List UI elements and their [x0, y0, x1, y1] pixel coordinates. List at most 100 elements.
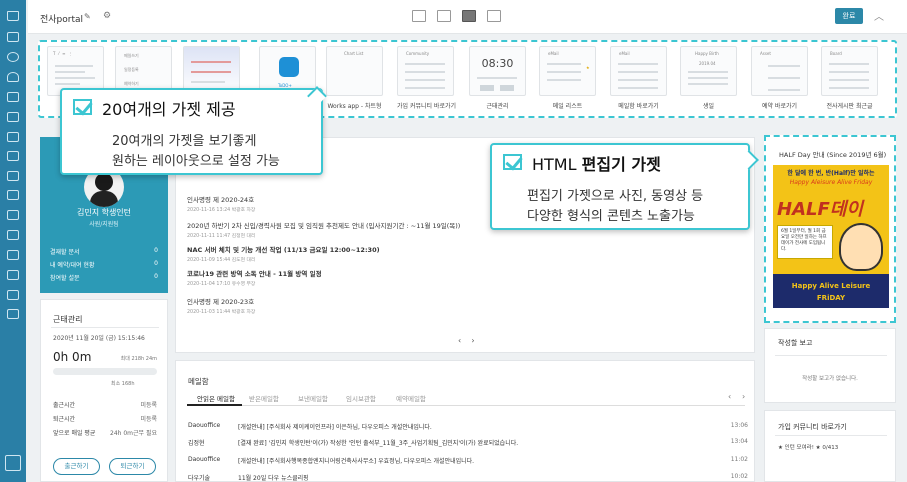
mail-subject: [결재 완료] '김민지 학생인턴'이(가) 작성한 '인턴 출석부_11월_3…	[238, 440, 519, 447]
tab-scheduled[interactable]: 예약메일함	[396, 393, 426, 403]
chat-icon[interactable]	[7, 151, 19, 161]
stat-value: 0	[154, 260, 158, 267]
notice-item[interactable]: 인사명령 제 2020-24호	[187, 194, 254, 204]
html-editor-gadget: HALF Day 안내 (Since 2019년 6월) 한 달에 한 번, 반…	[764, 135, 896, 323]
board-icon[interactable]	[7, 210, 19, 220]
gadget-works-chart[interactable]: Chart List Works app - 차트형	[326, 46, 383, 110]
gadget-label: 전사게시판 최근글	[826, 103, 873, 110]
check-out-button[interactable]: 퇴근하기	[109, 458, 156, 475]
apps-grid-icon[interactable]	[7, 92, 19, 102]
mail-time: 11:02	[730, 456, 748, 463]
chevron-up-icon[interactable]: ︿	[874, 8, 884, 23]
tab-inbox[interactable]: 받은메일함	[249, 393, 279, 403]
mailbox-gadget: 메일함 안읽은 메일함 받은메일함 보낸메일함 임시보관함 예약메일함 ‹ › …	[175, 360, 755, 482]
gadget-birthday[interactable]: Happy Birth 2019.04 생일	[680, 46, 737, 110]
calculator-icon[interactable]	[7, 290, 19, 300]
gadget-thumbnail: Asset	[751, 46, 808, 96]
gadget-thumbnail: Board	[821, 46, 878, 96]
star-icon: ★	[586, 65, 590, 70]
community-entry[interactable]: ★ 인턴 모여라! ★ 0/413	[778, 443, 838, 451]
mail-icon[interactable]	[7, 32, 19, 42]
chevron-left-icon[interactable]: ‹	[728, 392, 731, 401]
notice-item[interactable]: 2020년 하반기 2차 신입/경력사원 모집 및 임직원 추천제도 안내 (입…	[187, 220, 460, 230]
gadget-label: 메일함 바로가기	[618, 103, 659, 110]
mail-from: 김정현	[188, 440, 205, 447]
gadget-thumb-title: Happy Birth	[695, 51, 719, 56]
row-value: 미등록	[140, 402, 157, 409]
home-icon[interactable]	[7, 11, 19, 21]
portal-header: 전사portal ✎ ⚙ 완료 ︿	[28, 0, 907, 34]
community-gadget: 가입 커뮤니티 바로가기 ★ 인턴 모여라! ★ 0/413	[764, 410, 896, 482]
portal-title: 전사portal	[40, 15, 84, 25]
gadget-mail-list[interactable]: eMail ★ 메일 리스트	[539, 46, 596, 110]
org-chart-icon[interactable]	[5, 455, 21, 471]
gadget-reservation[interactable]: Asset 예약 바로가기	[751, 46, 808, 110]
report-title: 작성할 보고	[778, 339, 813, 347]
gadget-label: 생일	[702, 103, 715, 110]
banner-logo: HALF데이	[777, 199, 863, 220]
link-icon[interactable]	[7, 250, 19, 260]
banner-mid-text: Happy Aleisure Alive Friday	[789, 179, 873, 186]
edit-icon[interactable]	[7, 171, 19, 181]
callout-line: 원하는 레이아웃으로 설정 가능	[112, 154, 280, 169]
editor-gadget-title: HALF Day 안내 (Since 2019년 6월)	[779, 151, 887, 159]
chain-icon[interactable]	[7, 309, 19, 319]
user-icon[interactable]	[7, 72, 19, 82]
tab-sent[interactable]: 보낸메일함	[298, 393, 328, 403]
notice-item[interactable]: NAC 서버 체치 및 기능 개선 작업 (11/13 금요일 12:00~12…	[187, 244, 380, 254]
tab-drafts[interactable]: 임시보관함	[346, 393, 376, 403]
gadget-attendance[interactable]: 08:30 근태관리	[469, 46, 526, 110]
layout-two-column-button[interactable]	[412, 10, 426, 22]
profile-stat-survey[interactable]: 참여할 설문 0	[50, 273, 158, 282]
pencil-icon[interactable]: ✎	[84, 12, 91, 21]
check-in-button[interactable]: 출근하기	[53, 458, 100, 475]
layout-mixed-button[interactable]	[462, 10, 476, 22]
attendance-title: 근태관리	[53, 315, 83, 324]
report-icon[interactable]	[7, 230, 19, 240]
notice-item[interactable]: 코로나19 관련 방역 소독 안내 - 11월 방역 일정	[187, 268, 322, 278]
tab-unread[interactable]: 안읽은 메일함	[197, 393, 235, 403]
banner-footer-line2: FRiDAY	[816, 294, 846, 302]
profile-stat-reservation[interactable]: 내 예약/대여 현황 0	[50, 260, 158, 269]
layout-wide-button[interactable]	[487, 10, 501, 22]
menu-thumb-item: 메일쓰기	[124, 53, 139, 58]
gadget-thumb-title: Community	[406, 51, 430, 56]
chevron-left-icon[interactable]: ‹	[458, 336, 461, 345]
gear-icon[interactable]: ⚙	[103, 11, 111, 21]
banner-top-text: 한 달에 한 번, 반(Half)만 일하는	[787, 170, 875, 177]
callout-line: 20여개의 가젯을 보기좋게	[112, 134, 257, 149]
chevron-right-icon[interactable]: ›	[742, 392, 745, 401]
done-button[interactable]: 완료	[835, 8, 863, 24]
check-icon[interactable]	[7, 190, 19, 200]
layout-three-column-button[interactable]	[437, 10, 451, 22]
mail-subject: 11월 20일 다우 뉴스클리핑	[238, 475, 309, 482]
gadget-mailbox-shortcut[interactable]: eMail 메일함 바로가기	[610, 46, 667, 110]
attendance-date: 2020년 11월 20일 (금) 15:15:46	[53, 335, 145, 342]
calendar-icon[interactable]	[7, 132, 19, 142]
gadget-label: 근태관리	[486, 103, 509, 110]
folder-icon[interactable]	[7, 270, 19, 280]
mail-from: 다우기술	[188, 475, 211, 482]
notice-item[interactable]: 인사명령 제 2020-23호	[187, 296, 254, 306]
list-icon[interactable]	[7, 112, 19, 122]
row-label: 출근시간	[53, 402, 76, 409]
callout-editor: HTML 편집기 가젯 편집기 가젯으로 사진, 동영상 등 다양한 형식의 콘…	[490, 143, 759, 230]
checkbox-icon	[503, 154, 522, 170]
halfday-banner[interactable]: 한 달에 한 번, 반(Half)만 일하는 Happy Aleisure Al…	[773, 165, 889, 308]
attendance-row: 앞으로 매일 평균 24h 0m근무 필요	[53, 428, 157, 437]
gadget-thumbnail: Chart List	[326, 46, 383, 96]
gadget-board-recent[interactable]: Board 전사게시판 최근글	[821, 46, 878, 110]
profile-stat-approval[interactable]: 결재할 문서 0	[50, 247, 158, 256]
menu-thumb-item: 예약하기	[124, 81, 139, 86]
mail-from: Daouoffice	[188, 422, 221, 429]
mailbox-title: 메일함	[188, 377, 209, 386]
stat-value: 0	[154, 247, 158, 254]
birthday-month: 2019.04	[699, 61, 716, 66]
mail-subject: [개설안내] [주식회사행복종합엔지니어링건축사사무소] 우효정님, 다우오피스…	[238, 458, 475, 465]
left-navigation	[0, 0, 26, 482]
gadget-community[interactable]: Community 가입 커뮤니티 바로가기	[397, 46, 456, 110]
clock-icon[interactable]	[7, 52, 19, 62]
gadget-thumbnail: eMail ★	[539, 46, 596, 96]
chevron-right-icon[interactable]: ›	[471, 336, 474, 345]
stat-label: 참여할 설문	[50, 275, 80, 282]
